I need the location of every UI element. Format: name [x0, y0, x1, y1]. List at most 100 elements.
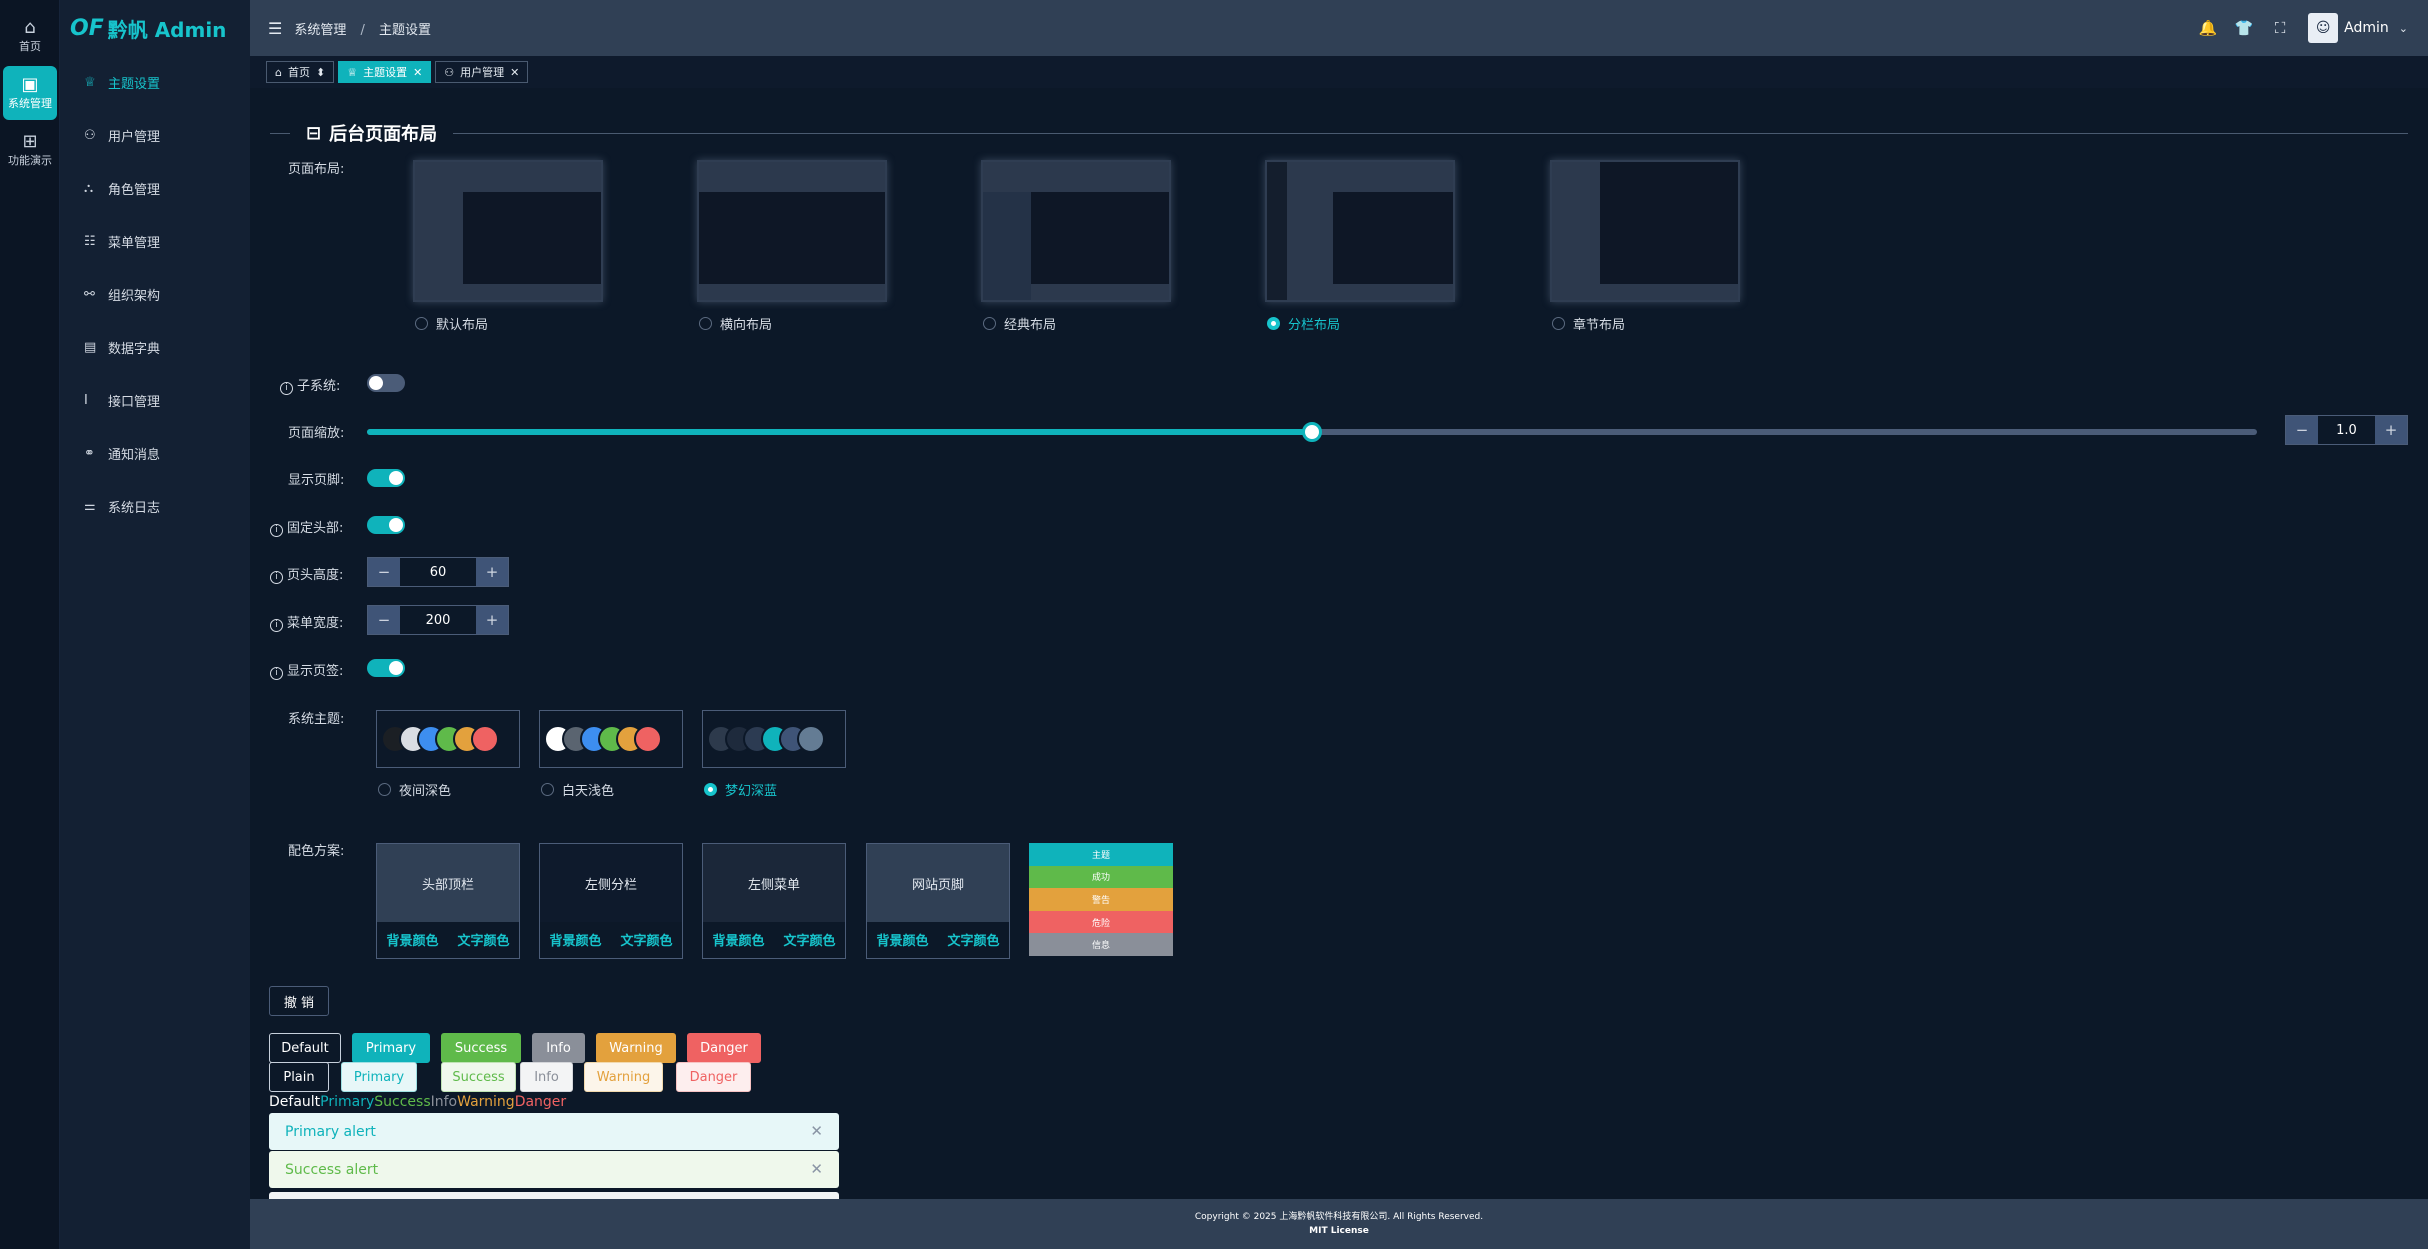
- plain-button-warning[interactable]: Warning: [584, 1062, 663, 1092]
- logo[interactable]: OF 黔帆 Admin: [60, 0, 250, 56]
- bg-color-button[interactable]: 背景颜色: [386, 930, 438, 949]
- rail-item-2[interactable]: ⊞ 功能演示: [3, 123, 57, 177]
- tab-1[interactable]: ♕ 主题设置 ✕: [338, 61, 432, 83]
- fixed-header-toggle[interactable]: [367, 516, 405, 534]
- layout-radio-0[interactable]: 默认布局: [415, 314, 488, 333]
- sidebar-item-5[interactable]: ▤ 数据字典: [60, 321, 250, 374]
- scheme-preview[interactable]: 头部顶栏: [377, 844, 519, 922]
- text-color-button[interactable]: 文字颜色: [457, 930, 509, 949]
- header-height-decrease-button[interactable]: −: [368, 558, 400, 586]
- undo-button[interactable]: 撤 销: [269, 986, 329, 1016]
- theme-card-0[interactable]: [376, 710, 520, 768]
- scheme-preview[interactable]: 左侧分栏: [540, 844, 682, 922]
- layout-preview-1[interactable]: [697, 160, 887, 302]
- sidebar-item-7[interactable]: ⚭ 通知消息: [60, 427, 250, 480]
- theme-radio-0[interactable]: 夜间深色: [378, 780, 451, 799]
- sidebar-item-3[interactable]: ☷ 菜单管理: [60, 215, 250, 268]
- info-icon[interactable]: i: [270, 667, 283, 680]
- info-icon[interactable]: i: [270, 524, 283, 537]
- button-success[interactable]: Success: [441, 1033, 521, 1063]
- button-default[interactable]: Default: [269, 1033, 341, 1063]
- text-color-button[interactable]: 文字颜色: [947, 930, 999, 949]
- button-danger[interactable]: Danger: [687, 1033, 761, 1063]
- header-height-increase-button[interactable]: +: [476, 558, 508, 586]
- sidebar-item-2[interactable]: ⛬ 角色管理: [60, 162, 250, 215]
- plain-button-danger[interactable]: Danger: [676, 1062, 751, 1092]
- show-tabs-toggle[interactable]: [367, 659, 405, 677]
- alert-text: Success alert: [285, 1161, 379, 1178]
- palette-swatch-4[interactable]: 信息: [1029, 933, 1173, 956]
- layout-preview-4[interactable]: [1550, 160, 1740, 302]
- layout-radio-1[interactable]: 横向布局: [699, 314, 772, 333]
- layout-radio-4[interactable]: 章节布局: [1552, 314, 1625, 333]
- rail-item-1[interactable]: ▣ 系统管理: [3, 66, 57, 120]
- tab-2[interactable]: ⚇ 用户管理 ✕: [435, 61, 529, 83]
- button-primary[interactable]: Primary: [352, 1033, 430, 1063]
- sidebar-item-0[interactable]: ♕ 主题设置: [60, 56, 250, 109]
- bg-color-button[interactable]: 背景颜色: [712, 930, 764, 949]
- text-color-button[interactable]: 文字颜色: [620, 930, 672, 949]
- alert-0: Primary alert ✕: [269, 1113, 839, 1150]
- layout-radio-3[interactable]: 分栏布局: [1267, 314, 1340, 333]
- button-warning[interactable]: Warning: [596, 1033, 676, 1063]
- rail-item-0[interactable]: ⌂ 首页: [3, 9, 57, 63]
- breadcrumb-item[interactable]: 系统管理: [294, 23, 346, 38]
- header-height-value[interactable]: 60: [400, 558, 476, 586]
- plain-button-info[interactable]: Info: [520, 1062, 573, 1092]
- bell-icon[interactable]: 🔔: [2190, 19, 2226, 37]
- avatar[interactable]: ☺: [2308, 13, 2339, 43]
- sidebar-item-1[interactable]: ⚇ 用户管理: [60, 109, 250, 162]
- menu-width-decrease-button[interactable]: −: [368, 606, 400, 634]
- user-name[interactable]: Admin: [2344, 20, 2389, 36]
- scheme-preview[interactable]: 网站页脚: [867, 844, 1009, 922]
- subsystem-toggle[interactable]: [367, 374, 405, 392]
- theme-radio-1[interactable]: 白天浅色: [541, 780, 614, 799]
- layout-radio-2[interactable]: 经典布局: [983, 314, 1056, 333]
- text-color-button[interactable]: 文字颜色: [783, 930, 835, 949]
- info-icon[interactable]: i: [270, 571, 283, 584]
- menu-width-value[interactable]: 200: [400, 606, 476, 634]
- sidebar-item-8[interactable]: ⚌ 系统日志: [60, 480, 250, 533]
- theme-radio-2[interactable]: 梦幻深蓝: [704, 780, 777, 799]
- info-icon[interactable]: i: [280, 382, 293, 395]
- scheme-preview[interactable]: 左侧菜单: [703, 844, 845, 922]
- palette-swatch-1[interactable]: 成功: [1029, 865, 1173, 889]
- theme-card-1[interactable]: [539, 710, 683, 768]
- menu-fold-icon[interactable]: ☰: [268, 19, 282, 38]
- shirt-icon[interactable]: 👕: [2226, 19, 2262, 37]
- palette-swatch-0[interactable]: 主题: [1029, 843, 1173, 866]
- info-icon[interactable]: i: [270, 619, 283, 632]
- zoom-value[interactable]: 1.0: [2318, 416, 2375, 444]
- zoom-slider[interactable]: [367, 422, 2257, 442]
- subsystem-label: i 子系统:: [280, 375, 340, 395]
- fullscreen-icon[interactable]: ⛶: [2262, 19, 2298, 37]
- plain-button-success[interactable]: Success: [441, 1062, 516, 1092]
- theme-card-2[interactable]: [702, 710, 846, 768]
- scheme-card-3: 网站页脚背景颜色 文字颜色: [866, 843, 1010, 959]
- palette-swatch-3[interactable]: 危险: [1029, 910, 1173, 934]
- close-icon[interactable]: ✕: [510, 66, 519, 79]
- palette-swatch-2[interactable]: 警告: [1029, 888, 1173, 911]
- tab-0[interactable]: ⌂ 首页 ⬍: [266, 61, 335, 83]
- pin-icon[interactable]: ⬍: [316, 66, 325, 79]
- menu-width-increase-button[interactable]: +: [476, 606, 508, 634]
- chevron-down-icon[interactable]: ⌄: [2399, 22, 2408, 35]
- plain-button-primary[interactable]: Primary: [341, 1062, 417, 1092]
- button-info[interactable]: Info: [532, 1033, 585, 1063]
- layout-preview-3[interactable]: [1265, 160, 1455, 302]
- close-icon[interactable]: ✕: [810, 1122, 823, 1140]
- layout-preview-0[interactable]: [413, 160, 603, 302]
- zoom-decrease-button[interactable]: −: [2286, 416, 2318, 444]
- close-icon[interactable]: ✕: [413, 66, 422, 79]
- bg-color-button[interactable]: 背景颜色: [876, 930, 928, 949]
- header-height-label: i 页头高度:: [270, 564, 343, 584]
- plain-button-plain[interactable]: Plain: [269, 1062, 329, 1092]
- layout-preview-2[interactable]: [981, 160, 1171, 302]
- bg-color-button[interactable]: 背景颜色: [549, 930, 601, 949]
- show-footer-toggle[interactable]: [367, 469, 405, 487]
- zoom-increase-button[interactable]: +: [2375, 416, 2407, 444]
- zoom-slider-handle[interactable]: [1302, 422, 1322, 442]
- close-icon[interactable]: ✕: [810, 1160, 823, 1178]
- sidebar-item-4[interactable]: ⚯ 组织架构: [60, 268, 250, 321]
- sidebar-item-6[interactable]: I 接口管理: [60, 374, 250, 427]
